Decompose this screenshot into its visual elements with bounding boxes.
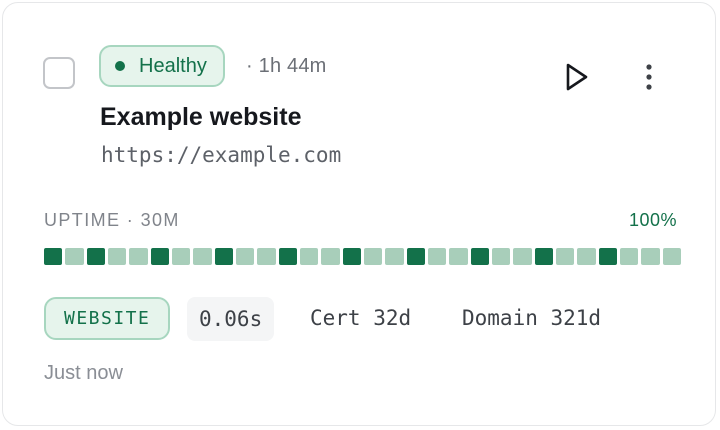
domain-expiry: Domain 321d	[462, 306, 602, 330]
uptime-segment[interactable]	[662, 248, 681, 265]
last-checked: Just now	[44, 362, 123, 384]
uptime-segment[interactable]	[214, 248, 233, 265]
uptime-segment[interactable]	[406, 248, 425, 265]
uptime-percent: 100%	[628, 210, 677, 230]
uptime-segment[interactable]	[299, 248, 319, 265]
uptime-segment[interactable]	[171, 248, 191, 265]
site-url[interactable]: https://example.com	[101, 143, 341, 167]
uptime-segment[interactable]	[427, 248, 447, 265]
uptime-segment[interactable]	[44, 248, 63, 265]
play-icon	[566, 63, 588, 91]
uptime-segment[interactable]	[193, 248, 212, 265]
run-check-button[interactable]	[559, 59, 595, 95]
monitor-card: Healthy · 1h 44m Example website https:/…	[2, 2, 716, 426]
uptime-segment[interactable]	[470, 248, 489, 265]
response-time: 0.06s	[187, 297, 275, 341]
uptime-segment[interactable]	[150, 248, 169, 265]
uptime-segment[interactable]	[491, 248, 511, 265]
uptime-segment[interactable]	[342, 248, 361, 265]
uptime-segment[interactable]	[363, 248, 383, 265]
uptime-segment[interactable]	[257, 248, 276, 265]
uptime-segment[interactable]	[577, 248, 596, 265]
uptime-history-bar	[44, 248, 681, 265]
monitor-type-badge: WEBSITE	[44, 297, 171, 340]
uptime-segment[interactable]	[278, 248, 297, 265]
select-checkbox[interactable]	[43, 57, 75, 89]
uptime-segment[interactable]	[129, 248, 148, 265]
more-vertical-icon	[646, 64, 652, 90]
status-label: Healthy	[139, 54, 207, 77]
uptime-segment[interactable]	[321, 248, 340, 265]
uptime-segment[interactable]	[534, 248, 553, 265]
uptime-segment[interactable]	[235, 248, 255, 265]
uptime-segment[interactable]	[449, 248, 468, 265]
uptime-segment[interactable]	[86, 248, 105, 265]
uptime-segment[interactable]	[513, 248, 532, 265]
uptime-segment[interactable]	[598, 248, 617, 265]
status-duration: · 1h 44m	[246, 55, 327, 77]
uptime-segment[interactable]	[619, 248, 639, 265]
uptime-segment[interactable]	[385, 248, 404, 265]
uptime-segment[interactable]	[107, 248, 127, 265]
site-name: Example website	[100, 103, 302, 131]
status-badge: Healthy	[99, 45, 225, 87]
uptime-segment[interactable]	[65, 248, 84, 265]
uptime-segment[interactable]	[555, 248, 575, 265]
uptime-label: UPTIME · 30M	[44, 210, 180, 230]
status-dot-icon	[115, 61, 125, 71]
cert-expiry: Cert 32d	[310, 306, 412, 330]
more-options-button[interactable]	[632, 59, 666, 95]
uptime-segment[interactable]	[641, 248, 660, 265]
